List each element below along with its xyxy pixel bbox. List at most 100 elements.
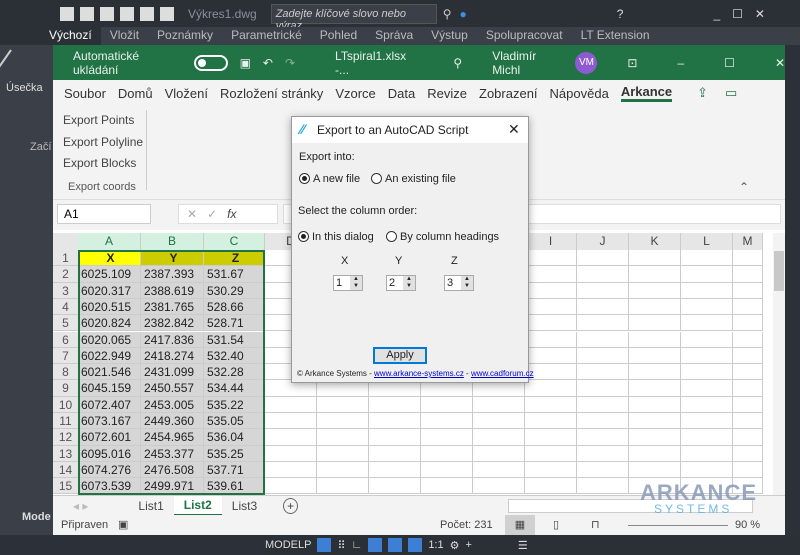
polar-icon[interactable] bbox=[368, 538, 383, 552]
saveas-icon[interactable] bbox=[120, 6, 134, 21]
tab-vlozeni[interactable]: Vložení bbox=[165, 86, 208, 101]
tab-vychozi[interactable]: Výchozí bbox=[40, 27, 101, 45]
cell[interactable] bbox=[733, 461, 763, 479]
tab-rozlozeni[interactable]: Rozložení stránky bbox=[220, 86, 323, 101]
row-header[interactable]: 3 bbox=[53, 282, 78, 299]
cell[interactable] bbox=[317, 413, 369, 430]
close-icon[interactable]: ✕ bbox=[755, 7, 765, 21]
start-tab[interactable]: Začí bbox=[30, 141, 51, 153]
cell[interactable] bbox=[525, 461, 577, 479]
gear-icon[interactable]: ⚙ bbox=[450, 539, 460, 552]
minimize-icon[interactable]: – bbox=[677, 56, 684, 70]
x-order-spinner[interactable]: 1 ▲ ▼ bbox=[333, 275, 363, 291]
tab[interactable]: Parametrické bbox=[222, 27, 311, 45]
tab-revize[interactable]: Revize bbox=[427, 86, 467, 101]
cell[interactable] bbox=[577, 250, 629, 267]
cell[interactable] bbox=[525, 478, 577, 495]
cell[interactable] bbox=[681, 266, 733, 283]
cell[interactable] bbox=[681, 380, 733, 397]
cell[interactable]: 6045.159 bbox=[78, 380, 141, 397]
cell[interactable] bbox=[525, 266, 577, 283]
cell[interactable]: 2449.360 bbox=[141, 413, 204, 430]
tab[interactable]: LT Extension bbox=[572, 27, 659, 45]
cell[interactable]: 6095.016 bbox=[78, 445, 141, 462]
column-header[interactable]: A bbox=[78, 233, 141, 250]
export-polyline-button[interactable]: Export Polyline bbox=[63, 135, 143, 149]
cell[interactable]: 528.71 bbox=[204, 315, 265, 332]
cell[interactable]: 6022.949 bbox=[78, 347, 141, 365]
cell[interactable]: 6020.515 bbox=[78, 298, 141, 316]
cell[interactable] bbox=[421, 429, 473, 446]
row-header[interactable]: 13 bbox=[53, 445, 78, 462]
cell[interactable]: 536.04 bbox=[204, 429, 265, 446]
name-box[interactable]: A1 bbox=[57, 204, 151, 224]
cell[interactable] bbox=[473, 429, 525, 446]
cell[interactable] bbox=[681, 315, 733, 332]
cadforum-link[interactable]: www.cadforum.cz bbox=[471, 369, 534, 378]
radio-existing-file[interactable]: An existing file bbox=[371, 173, 456, 185]
radio-new-file[interactable]: A new file bbox=[299, 173, 360, 185]
radio-in-dialog[interactable]: In this dialog bbox=[298, 231, 374, 243]
macro-icon[interactable]: ▣ bbox=[118, 518, 128, 531]
cell[interactable] bbox=[421, 445, 473, 462]
cell[interactable] bbox=[733, 380, 763, 397]
cell[interactable]: 6073.167 bbox=[78, 413, 141, 430]
cell[interactable] bbox=[525, 282, 577, 299]
osnap-icon[interactable] bbox=[388, 538, 403, 552]
tab-vzorce[interactable]: Vzorce bbox=[335, 86, 375, 101]
cell[interactable] bbox=[265, 478, 317, 495]
cell[interactable] bbox=[577, 298, 629, 316]
tab-arkance[interactable]: Arkance bbox=[620, 84, 673, 102]
cell[interactable] bbox=[473, 445, 525, 462]
cell[interactable]: 532.40 bbox=[204, 347, 265, 365]
cell[interactable] bbox=[733, 429, 763, 446]
cell[interactable]: 530.29 bbox=[204, 282, 265, 299]
cell[interactable] bbox=[629, 461, 681, 479]
cell[interactable] bbox=[733, 445, 763, 462]
column-header[interactable]: C bbox=[204, 233, 265, 250]
cell[interactable] bbox=[577, 364, 629, 381]
page-break-icon[interactable]: ⊓ bbox=[591, 518, 600, 531]
cell[interactable]: 2453.005 bbox=[141, 396, 204, 413]
cell[interactable]: 528.66 bbox=[204, 298, 265, 316]
plot-icon[interactable] bbox=[140, 6, 154, 21]
cell[interactable] bbox=[629, 396, 681, 413]
cell[interactable]: 2453.377 bbox=[141, 445, 204, 462]
cell[interactable] bbox=[681, 250, 733, 267]
avatar[interactable]: VM bbox=[575, 51, 598, 74]
cell[interactable]: 2499.971 bbox=[141, 478, 204, 495]
cell[interactable]: 2387.393 bbox=[141, 266, 204, 283]
cell[interactable] bbox=[525, 315, 577, 332]
zoom-slider[interactable] bbox=[628, 525, 728, 526]
minimize-icon[interactable]: _ bbox=[713, 7, 720, 21]
model-tab[interactable]: Mode bbox=[22, 511, 51, 523]
cell[interactable] bbox=[629, 266, 681, 283]
cell[interactable] bbox=[577, 461, 629, 479]
page-layout-icon[interactable]: ▯ bbox=[553, 518, 559, 531]
cell[interactable]: 6020.065 bbox=[78, 331, 141, 348]
cell[interactable] bbox=[733, 413, 763, 430]
cell[interactable] bbox=[369, 396, 421, 413]
spin-arrows-icon[interactable]: ▲ ▼ bbox=[461, 276, 473, 290]
cell[interactable]: 535.05 bbox=[204, 413, 265, 430]
cell[interactable] bbox=[577, 331, 629, 348]
cell[interactable] bbox=[265, 413, 317, 430]
cell[interactable] bbox=[733, 315, 763, 332]
search-input[interactable]: Zadejte klíčové slovo nebo výraz. bbox=[270, 3, 437, 32]
search-icon[interactable]: ⚲ bbox=[453, 56, 462, 70]
sheet-tab-active[interactable]: List2 bbox=[173, 495, 222, 516]
cell[interactable] bbox=[369, 413, 421, 430]
collapse-ribbon-icon[interactable]: ⌃ bbox=[739, 180, 749, 194]
plus-icon[interactable]: + bbox=[465, 539, 471, 551]
cell[interactable]: 531.54 bbox=[204, 331, 265, 348]
cell[interactable] bbox=[681, 347, 733, 365]
cell[interactable]: 2417.836 bbox=[141, 331, 204, 348]
cell[interactable] bbox=[629, 298, 681, 316]
cell[interactable] bbox=[577, 315, 629, 332]
cell[interactable] bbox=[681, 364, 733, 381]
export-points-button[interactable]: Export Points bbox=[63, 113, 134, 127]
row-header[interactable]: 2 bbox=[53, 266, 78, 283]
cell[interactable] bbox=[525, 396, 577, 413]
tab[interactable]: Vložit bbox=[101, 27, 148, 45]
ribbon-display-icon[interactable]: ⊡ bbox=[627, 56, 637, 70]
